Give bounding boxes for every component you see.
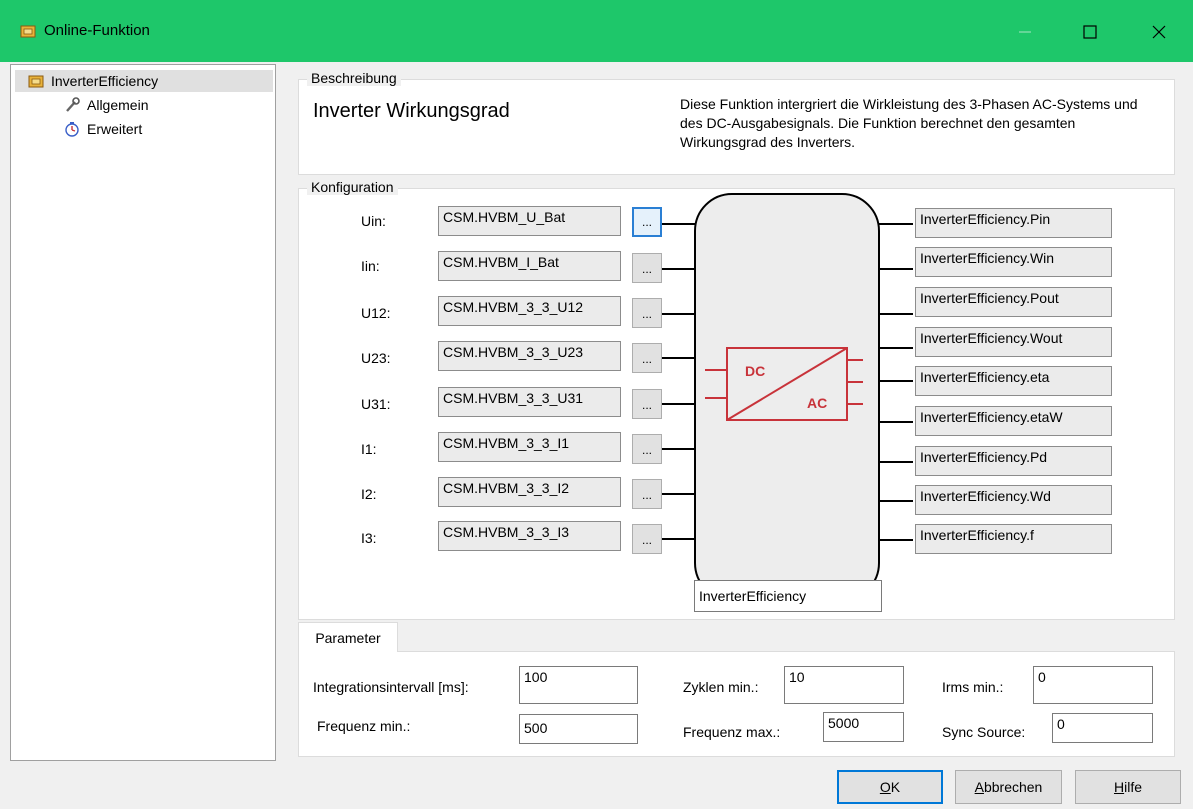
connector-line: [879, 421, 913, 423]
connector-line: [879, 347, 913, 349]
zyklen-min-input[interactable]: 10: [784, 666, 904, 704]
frequenz-min-input[interactable]: 500: [519, 714, 638, 744]
cancel-button-label: Abbrechen: [974, 779, 1043, 795]
input-label-i1: I1:: [361, 441, 377, 457]
connector-line: [662, 448, 696, 450]
connector-line: [879, 500, 913, 502]
connector-line: [879, 313, 913, 315]
title-bar: Online-Funktion: [0, 0, 1193, 62]
function-block-icon: [20, 25, 36, 38]
output-signal-win[interactable]: InverterEfficiency.Win: [915, 247, 1112, 277]
input-label-u23: U23:: [361, 350, 391, 366]
input-signal-iin[interactable]: CSM.HVBM_I_Bat: [438, 251, 621, 281]
frequenz-max-input[interactable]: 5000: [823, 712, 904, 742]
connector-line: [879, 539, 913, 541]
connector-line: [662, 223, 696, 225]
sync-source-label: Sync Source:: [942, 724, 1026, 740]
output-signal-wout[interactable]: InverterEfficiency.Wout: [915, 327, 1112, 357]
integrationsintervall-label: Integrationsintervall [ms]:: [313, 679, 469, 695]
input-signal-i3[interactable]: CSM.HVBM_3_3_I3: [438, 521, 621, 551]
connector-line: [879, 461, 913, 463]
browse-button-uin[interactable]: ...: [632, 207, 662, 237]
input-label-u12: U12:: [361, 305, 391, 321]
output-signal-wd[interactable]: InverterEfficiency.Wd: [915, 485, 1112, 515]
maximize-icon: [1083, 25, 1097, 39]
input-signal-uin[interactable]: CSM.HVBM_U_Bat: [438, 206, 621, 236]
input-signal-i2[interactable]: CSM.HVBM_3_3_I2: [438, 477, 621, 507]
input-label-i3: I3:: [361, 530, 377, 546]
output-signal-eta[interactable]: InverterEfficiency.eta: [915, 366, 1112, 396]
symbol-dc-label: DC: [745, 363, 765, 379]
browse-button-i3[interactable]: ...: [632, 524, 662, 554]
tree-item-label: Erweitert: [87, 121, 143, 137]
help-button[interactable]: Hilfe: [1075, 770, 1181, 804]
cancel-button[interactable]: Abbrechen: [955, 770, 1062, 804]
browse-button-u23[interactable]: ...: [632, 343, 662, 373]
block-name-field[interactable]: InverterEfficiency: [694, 580, 882, 612]
konfiguration-group-label: Konfiguration: [307, 179, 398, 195]
frequenz-min-label: Frequenz min.:: [317, 718, 411, 734]
browse-button-u12[interactable]: ...: [632, 298, 662, 328]
frequenz-max-label: Frequenz max.:: [683, 724, 781, 740]
output-signal-pin[interactable]: InverterEfficiency.Pin: [915, 208, 1112, 238]
output-signal-f[interactable]: InverterEfficiency.f: [915, 524, 1112, 554]
help-button-label: Hilfe: [1113, 779, 1143, 795]
input-signal-u12[interactable]: CSM.HVBM_3_3_U12: [438, 296, 621, 326]
integrationsintervall-input[interactable]: 100: [519, 666, 638, 704]
connector-line: [662, 538, 696, 540]
connector-line: [879, 268, 913, 270]
input-signal-i1[interactable]: CSM.HVBM_3_3_I1: [438, 432, 621, 462]
dc-ac-converter-icon: DC AC: [705, 347, 863, 421]
description-heading: Inverter Wirkungsgrad: [313, 100, 510, 122]
input-signal-u31[interactable]: CSM.HVBM_3_3_U31: [438, 387, 621, 417]
output-signal-etaw[interactable]: InverterEfficiency.etaW: [915, 406, 1112, 436]
tree-item-label: Allgemein: [87, 97, 149, 113]
browse-button-u31[interactable]: ...: [632, 389, 662, 419]
connector-line: [662, 357, 696, 359]
input-signal-u23[interactable]: CSM.HVBM_3_3_U23: [438, 341, 621, 371]
irms-min-label: Irms min.:: [942, 679, 1004, 695]
sync-source-input[interactable]: 0: [1052, 713, 1153, 743]
window-title: Online-Funktion: [44, 22, 150, 39]
wrench-icon: [63, 97, 81, 113]
output-signal-pd[interactable]: InverterEfficiency.Pd: [915, 446, 1112, 476]
connector-line: [662, 403, 696, 405]
tree-item-label: InverterEfficiency: [51, 73, 159, 89]
description-text: Diese Funktion intergriert die Wirkleist…: [680, 96, 1138, 150]
tree-item-erweitert[interactable]: Erweitert: [63, 118, 142, 140]
minimize-icon: [1019, 31, 1031, 33]
browse-button-iin[interactable]: ...: [632, 253, 662, 283]
maximize-button[interactable]: [1068, 14, 1112, 50]
close-icon: [1152, 25, 1166, 39]
browse-button-i2[interactable]: ...: [632, 479, 662, 509]
input-label-iin: Iin:: [361, 258, 380, 274]
connector-line: [662, 313, 696, 315]
input-label-i2: I2:: [361, 486, 377, 502]
output-signal-pout[interactable]: InverterEfficiency.Pout: [915, 287, 1112, 317]
navigation-tree: InverterEfficiency Allgemein Erweitert: [10, 64, 276, 761]
stopwatch-icon: [63, 121, 81, 137]
beschreibung-group-label: Beschreibung: [307, 70, 401, 86]
function-block-icon: [27, 73, 45, 89]
connector-line: [662, 493, 696, 495]
connector-line: [662, 268, 696, 270]
tree-item-allgemein[interactable]: Allgemein: [63, 94, 148, 116]
input-label-u31: U31:: [361, 396, 391, 412]
irms-min-input[interactable]: 0: [1033, 666, 1153, 704]
tab-parameter[interactable]: Parameter: [298, 622, 398, 652]
symbol-ac-label: AC: [807, 395, 827, 411]
ok-button-label: OK: [879, 779, 901, 795]
browse-button-i1[interactable]: ...: [632, 434, 662, 464]
input-label-uin: Uin:: [361, 213, 386, 229]
connector-line: [879, 380, 913, 382]
close-button[interactable]: [1137, 14, 1181, 50]
connector-line: [879, 223, 913, 225]
minimize-button[interactable]: [1003, 14, 1047, 50]
ok-button[interactable]: OK: [837, 770, 943, 804]
zyklen-min-label: Zyklen min.:: [683, 679, 759, 695]
tree-item-inverterefficiency[interactable]: InverterEfficiency: [15, 70, 273, 92]
